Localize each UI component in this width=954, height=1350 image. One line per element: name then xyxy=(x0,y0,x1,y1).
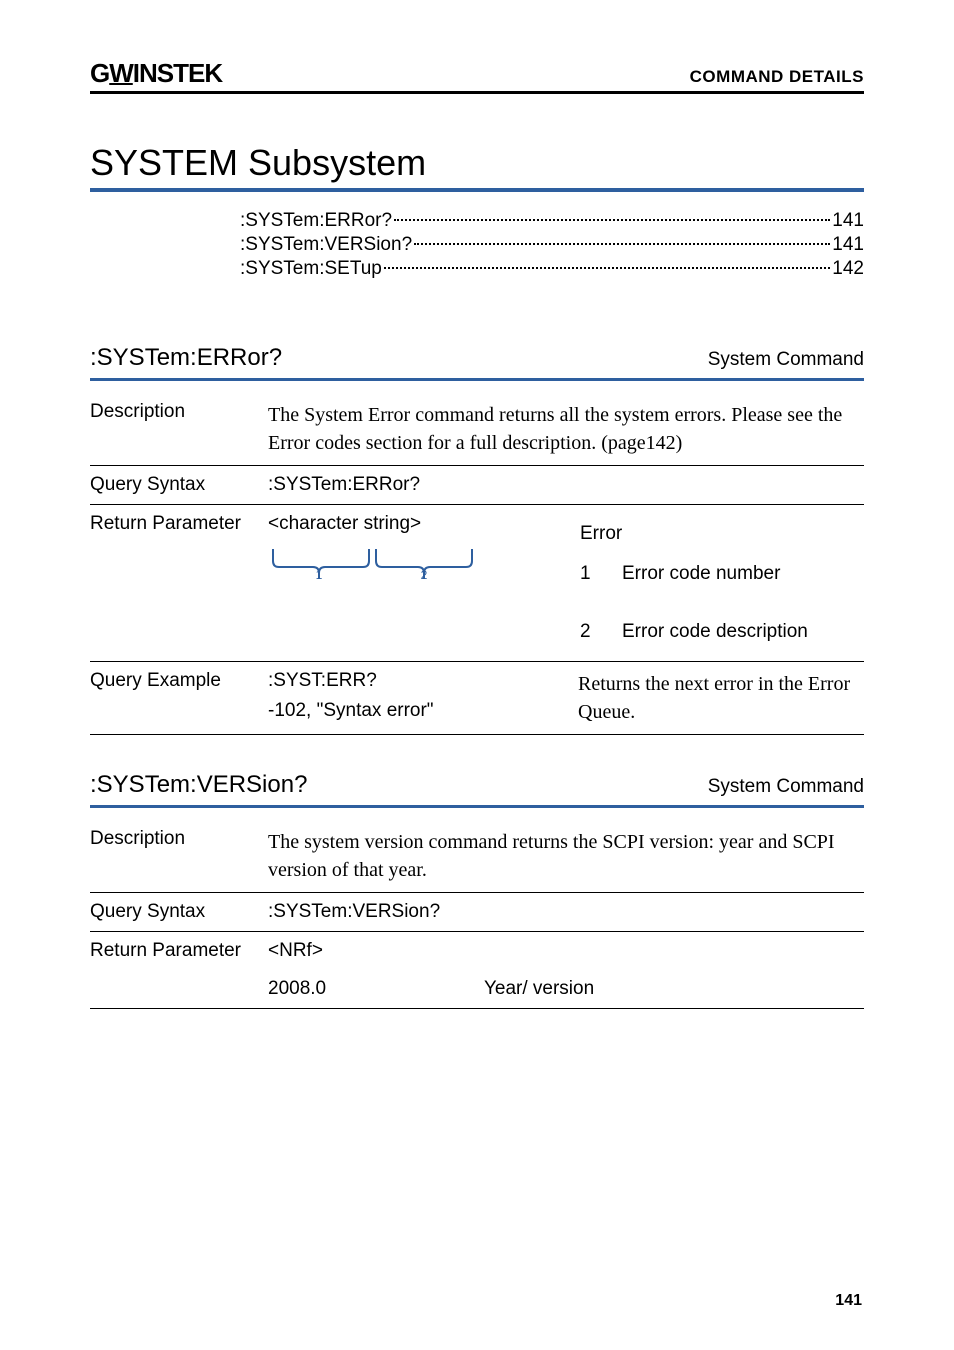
table-row: Return Parameter <character string> 1 2 … xyxy=(90,505,864,662)
toc-item: :SYSTem:ERRor? 141 xyxy=(240,210,864,232)
toc-page: 142 xyxy=(832,258,864,280)
command-name: :SYSTem:VERSion? xyxy=(90,771,307,799)
row-label: Return Parameter xyxy=(90,932,268,971)
command-heading: :SYSTem:ERRor? System Command xyxy=(90,344,864,381)
row-label: Query Syntax xyxy=(90,893,268,932)
row-label xyxy=(90,970,268,1009)
toc-page: 141 xyxy=(832,210,864,232)
bracket-icon: 1 2 xyxy=(268,549,572,585)
query-syntax: :SYSTem:ERRor? xyxy=(268,466,864,505)
command-heading: :SYSTem:VERSion? System Command xyxy=(90,771,864,808)
query-example-command: :SYST:ERR? xyxy=(268,670,572,692)
toc-leader xyxy=(414,243,830,245)
logo-text-post: INSTEK xyxy=(133,58,222,88)
logo-text-u: W xyxy=(109,58,133,88)
toc-item: :SYSTem:SETup 142 xyxy=(240,258,864,280)
error-description: Error code description xyxy=(622,613,856,651)
error-codes-cell: Error 1 Error code number 2 Error code d… xyxy=(578,505,864,662)
table-of-contents: :SYSTem:ERRor? 141 :SYSTem:VERSion? 141 … xyxy=(240,210,864,280)
page-number: 141 xyxy=(835,1292,862,1310)
toc-label: :SYSTem:ERRor? xyxy=(240,210,392,232)
logo-text-pre: G xyxy=(90,58,109,88)
row-label: Description xyxy=(90,820,268,893)
query-example-response: -102, "Syntax error" xyxy=(268,700,572,722)
page-header: GWINSTEK COMMAND DETAILS xyxy=(90,58,864,94)
toc-label: :SYSTem:VERSion? xyxy=(240,234,412,256)
toc-leader xyxy=(384,267,830,269)
table-row: Description The system version command r… xyxy=(90,820,864,893)
toc-label: :SYSTem:SETup xyxy=(240,258,382,280)
row-label: Query Example xyxy=(90,662,268,735)
return-parameter-cell: <character string> 1 2 xyxy=(268,505,578,662)
query-example-cell: :SYST:ERR? -102, "Syntax error" xyxy=(268,662,578,735)
table-row: 2008.0 Year/ version xyxy=(90,970,864,1009)
logo: GWINSTEK xyxy=(90,58,222,89)
command-name: :SYSTem:ERRor? xyxy=(90,344,282,372)
query-example-description: Returns the next error in the Error Queu… xyxy=(578,662,864,735)
error-header: Error xyxy=(580,515,856,553)
table-row: Return Parameter <NRf> xyxy=(90,932,864,971)
return-parameter-value: <character string> xyxy=(268,513,421,534)
page-title: SYSTEM Subsystem xyxy=(90,142,864,184)
table-row: Query Example :SYST:ERR? -102, "Syntax e… xyxy=(90,662,864,735)
title-underline xyxy=(90,188,864,192)
table-row: Query Syntax :SYSTem:VERSion? xyxy=(90,893,864,932)
command-table: Description The system version command r… xyxy=(90,820,864,1009)
toc-leader xyxy=(394,219,830,221)
toc-item: :SYSTem:VERSion? 141 xyxy=(240,234,864,256)
svg-text:2: 2 xyxy=(421,568,428,579)
command-type: System Command xyxy=(708,776,864,798)
example-description: Year/ version xyxy=(484,970,864,1009)
error-number: 2 xyxy=(580,613,620,651)
example-value: 2008.0 xyxy=(268,970,484,1009)
description-text: The system version command returns the S… xyxy=(268,820,864,893)
table-row: Query Syntax :SYSTem:ERRor? xyxy=(90,466,864,505)
table-row: Description The System Error command ret… xyxy=(90,393,864,466)
toc-page: 141 xyxy=(832,234,864,256)
error-number: 1 xyxy=(580,555,620,593)
row-label: Description xyxy=(90,393,268,466)
command-table: Description The System Error command ret… xyxy=(90,393,864,735)
row-label: Return Parameter xyxy=(90,505,268,662)
return-parameter-value: <NRf> xyxy=(268,932,484,971)
description-text: The System Error command returns all the… xyxy=(268,393,864,466)
query-syntax: :SYSTem:VERSion? xyxy=(268,893,864,932)
header-section-title: COMMAND DETAILS xyxy=(690,67,864,87)
svg-text:1: 1 xyxy=(316,568,323,579)
error-description: Error code number xyxy=(622,555,856,593)
row-label: Query Syntax xyxy=(90,466,268,505)
command-type: System Command xyxy=(708,349,864,371)
